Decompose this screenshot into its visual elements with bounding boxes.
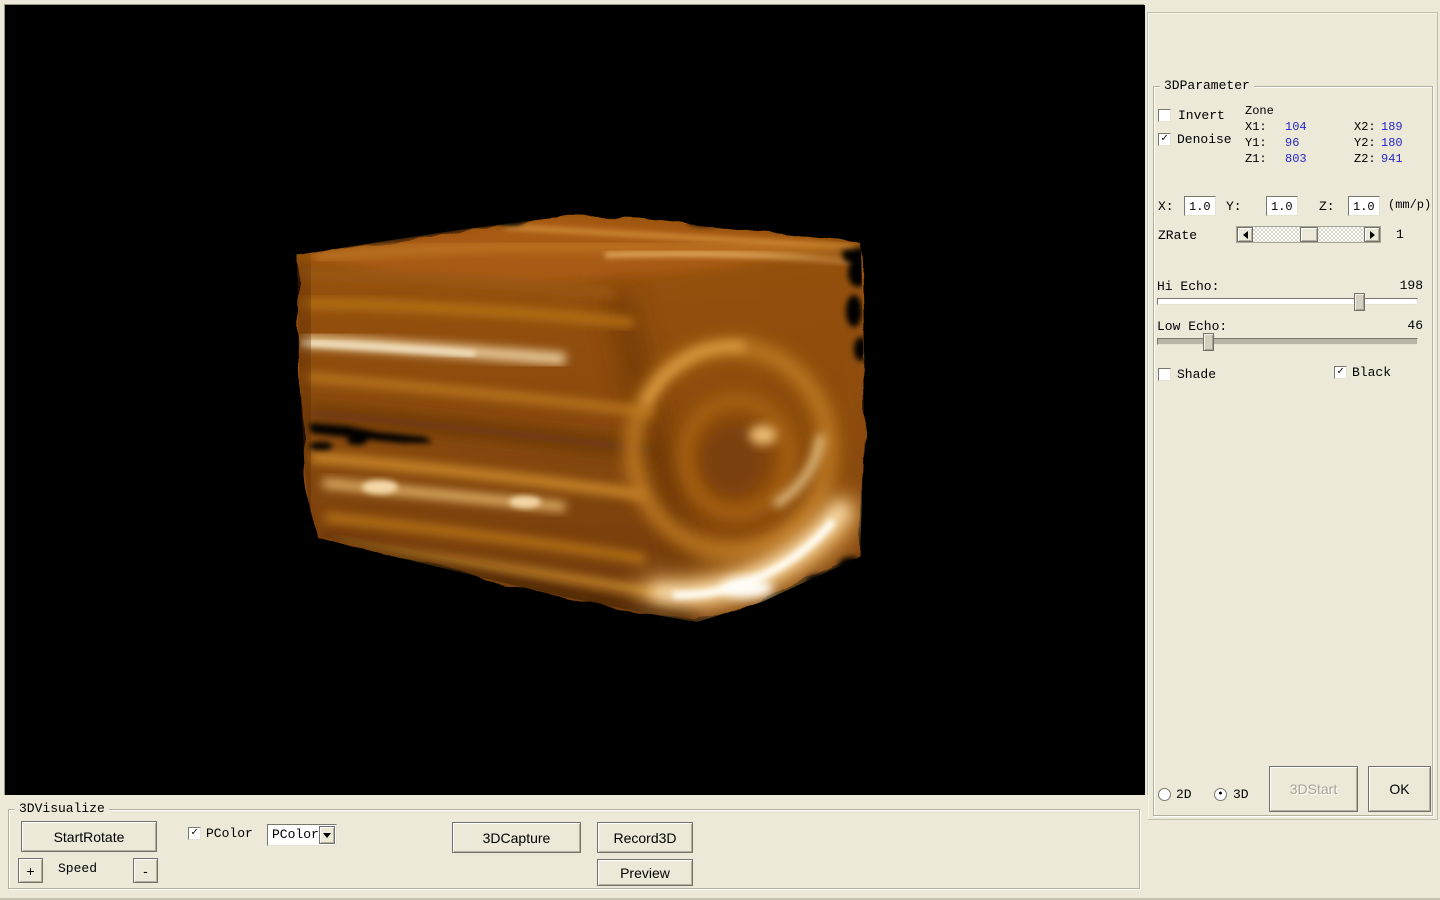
denoise-checkbox[interactable]: ✓ bbox=[1158, 133, 1171, 146]
hi-echo-label: Hi Echo: bbox=[1157, 280, 1219, 294]
zrate-value: 1 bbox=[1396, 228, 1404, 242]
zone-y2-value: 180 bbox=[1381, 136, 1403, 150]
3dcapture-button[interactable]: 3DCapture bbox=[452, 822, 581, 853]
zone-x2-value: 189 bbox=[1381, 120, 1403, 134]
visualize-panel: 3DVisualize StartRotate ✓ PColor PColor … bbox=[0, 795, 1148, 898]
scale-y-label: Y: bbox=[1226, 200, 1242, 214]
mode-2d-radio[interactable] bbox=[1158, 788, 1171, 801]
speed-minus-button[interactable]: - bbox=[133, 858, 158, 883]
start-rotate-button[interactable]: StartRotate bbox=[21, 821, 157, 852]
scale-x-label: X: bbox=[1158, 200, 1174, 214]
volume-render bbox=[5, 5, 1145, 796]
low-echo-thumb[interactable] bbox=[1203, 333, 1214, 351]
radio-dot-icon: ● bbox=[1218, 791, 1222, 798]
zone-y2-label: Y2: bbox=[1354, 136, 1376, 150]
zone-z1-value: 803 bbox=[1285, 152, 1307, 166]
arrow-left-icon bbox=[1243, 231, 1248, 239]
zone-x1-value: 104 bbox=[1285, 120, 1307, 134]
pcolor-dropdown-value: PColor bbox=[272, 827, 319, 842]
record3d-button[interactable]: Record3D bbox=[597, 822, 693, 853]
zone-z1-label: Z1: bbox=[1245, 152, 1267, 166]
scale-y-input[interactable] bbox=[1266, 196, 1298, 216]
zone-x1-label: X1: bbox=[1245, 120, 1267, 134]
3dstart-button[interactable]: 3DStart bbox=[1269, 766, 1358, 812]
zrate-label: ZRate bbox=[1158, 229, 1197, 243]
check-icon: ✓ bbox=[191, 828, 198, 839]
ok-button[interactable]: OK bbox=[1368, 766, 1431, 812]
zone-y1-value: 96 bbox=[1285, 136, 1299, 150]
zrate-left-arrow-button[interactable] bbox=[1237, 227, 1253, 242]
low-echo-value: 46 bbox=[1378, 319, 1423, 333]
group-title-3dparameter: 3DParameter bbox=[1160, 78, 1254, 94]
black-checkbox[interactable]: ✓ bbox=[1334, 366, 1347, 379]
mode-3d-radio[interactable]: ● bbox=[1214, 788, 1227, 801]
black-label: Black bbox=[1352, 366, 1391, 380]
zone-y1-label: Y1: bbox=[1245, 136, 1267, 150]
3d-viewport[interactable] bbox=[4, 4, 1144, 795]
scale-x-input[interactable] bbox=[1184, 196, 1216, 216]
zone-x2-label: X2: bbox=[1354, 120, 1376, 134]
arrow-right-icon bbox=[1370, 231, 1375, 239]
zrate-right-arrow-button[interactable] bbox=[1364, 227, 1380, 242]
pcolor-dropdown[interactable]: PColor bbox=[267, 824, 337, 846]
speed-plus-button[interactable]: + bbox=[18, 858, 43, 883]
scale-z-input[interactable] bbox=[1348, 196, 1380, 216]
mode-2d-label: 2D bbox=[1176, 788, 1192, 802]
low-echo-label: Low Echo: bbox=[1157, 320, 1227, 334]
group-title-3dvisualize: 3DVisualize bbox=[15, 801, 109, 817]
zone-z2-value: 941 bbox=[1381, 152, 1403, 166]
low-echo-track[interactable] bbox=[1157, 338, 1418, 345]
speed-label: Speed bbox=[58, 862, 97, 876]
invert-checkbox[interactable] bbox=[1158, 109, 1171, 122]
scale-unit-label: (mm/p) bbox=[1388, 198, 1431, 212]
pcolor-dropdown-button[interactable] bbox=[319, 826, 335, 844]
check-icon: ✓ bbox=[1161, 134, 1168, 145]
mode-3d-label: 3D bbox=[1233, 788, 1249, 802]
denoise-label: Denoise bbox=[1177, 133, 1232, 147]
invert-label: Invert bbox=[1178, 109, 1225, 123]
scale-z-label: Z: bbox=[1319, 200, 1335, 214]
zrate-scrollbar[interactable] bbox=[1236, 226, 1381, 243]
app-window: 3DParameter Invert ✓ Denoise Zone X1: 10… bbox=[0, 0, 1440, 900]
hi-echo-value: 198 bbox=[1378, 279, 1423, 293]
zrate-thumb[interactable] bbox=[1300, 227, 1318, 242]
chevron-down-icon bbox=[323, 833, 331, 838]
pcolor-checkbox[interactable]: ✓ bbox=[188, 827, 201, 840]
zone-title: Zone bbox=[1245, 104, 1274, 118]
preview-button[interactable]: Preview bbox=[597, 859, 693, 886]
shade-checkbox[interactable] bbox=[1158, 368, 1171, 381]
zone-z2-label: Z2: bbox=[1354, 152, 1376, 166]
parameter-panel: 3DParameter Invert ✓ Denoise Zone X1: 10… bbox=[1147, 12, 1438, 820]
pcolor-label: PColor bbox=[206, 827, 253, 841]
shade-label: Shade bbox=[1177, 368, 1216, 382]
hi-echo-thumb[interactable] bbox=[1354, 293, 1365, 311]
check-icon: ✓ bbox=[1337, 367, 1344, 378]
hi-echo-track[interactable] bbox=[1157, 298, 1418, 305]
